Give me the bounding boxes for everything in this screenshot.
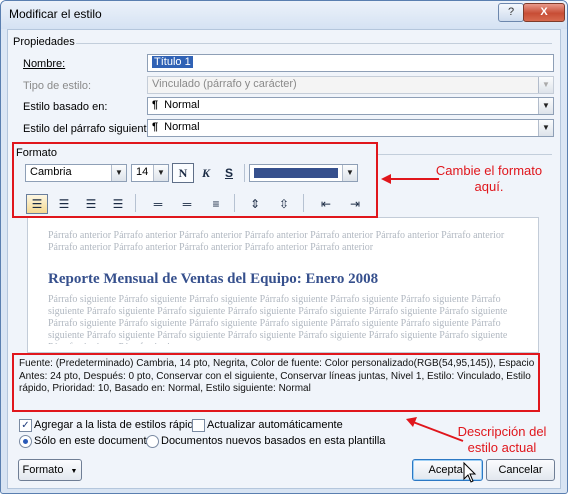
annotation-arrows [381, 174, 477, 483]
format-arrowhead [381, 174, 391, 184]
modify-style-dialog: Modificar el estilo ? X Propiedades Nomb… [0, 0, 568, 494]
format-callout: Cambie el formato aquí. [435, 163, 543, 194]
mouse-cursor-icon [463, 461, 477, 483]
description-callout: Descripción del estilo actual [457, 424, 547, 455]
